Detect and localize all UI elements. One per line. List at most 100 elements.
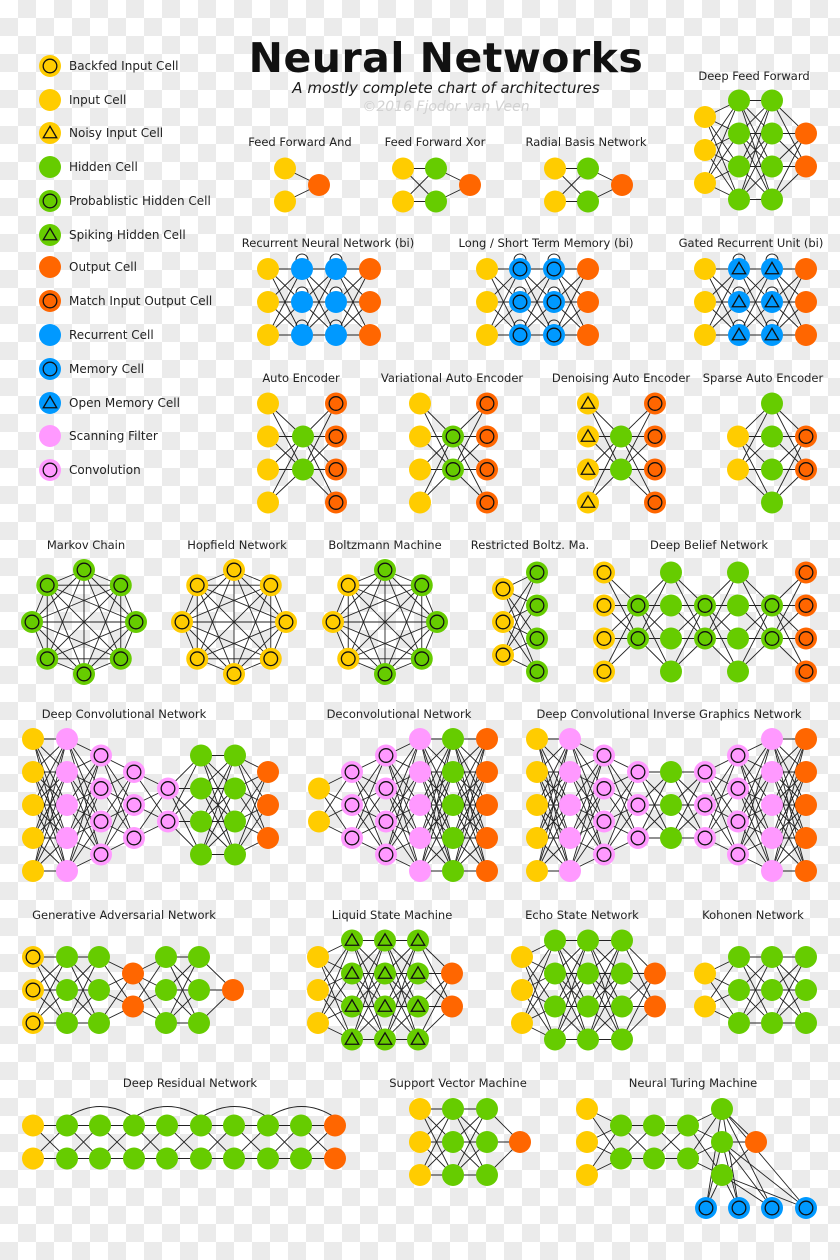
hidden-cell <box>544 929 566 952</box>
input-cell <box>526 761 548 783</box>
hidden-cell <box>224 777 246 800</box>
hidden-cell <box>728 122 750 145</box>
network-title: Gated Recurrent Unit (bi) <box>678 236 824 250</box>
hidden-cell <box>728 979 750 1001</box>
hidden-cell <box>290 1147 312 1170</box>
hidden-cell <box>73 559 95 581</box>
hidden-cell <box>660 627 682 650</box>
hidden-cell <box>660 761 682 783</box>
input-cell <box>409 1131 431 1153</box>
hidden-cell <box>728 188 750 211</box>
scan-cell <box>56 794 78 816</box>
input-cell <box>257 491 279 514</box>
output-cell <box>795 594 817 617</box>
hidden-cell <box>727 594 749 617</box>
output-cell <box>476 458 498 481</box>
hidden-cell <box>88 979 110 1001</box>
network-cells <box>492 561 548 683</box>
hidden-cell <box>795 979 817 1001</box>
scan-cell <box>694 827 716 849</box>
hidden-cell <box>610 458 632 481</box>
input-cell <box>22 827 44 849</box>
network-edges <box>521 940 656 1040</box>
network-title: Sparse Auto Encoder <box>702 371 824 385</box>
output-cell <box>476 491 498 514</box>
hidden-cell <box>627 627 649 650</box>
input-cell <box>223 559 245 581</box>
output-cell <box>644 962 666 985</box>
input-cell <box>274 190 296 213</box>
output-cell <box>795 627 817 650</box>
hidden-cell <box>190 843 212 866</box>
hidden-cell <box>526 660 548 683</box>
hidden-cell <box>426 611 448 633</box>
input-cell <box>593 594 615 617</box>
hidden-cell <box>677 1114 699 1137</box>
input-cell <box>576 1098 598 1120</box>
input-cell <box>392 157 414 180</box>
input-cell <box>727 458 749 481</box>
network-edges <box>587 403 656 503</box>
output-cell <box>257 794 279 816</box>
cells-layer <box>21 89 817 1219</box>
scan-cell <box>761 761 783 783</box>
hidden-cell <box>577 190 599 213</box>
edge <box>721 1108 740 1209</box>
scan-cell <box>409 794 431 816</box>
hidden-cell <box>292 425 314 448</box>
network-cells <box>577 392 666 514</box>
hidden-cell <box>36 647 59 670</box>
input-cell <box>544 190 566 213</box>
network-cells <box>274 157 330 213</box>
hidden-cell <box>761 155 783 178</box>
hidden-cell <box>643 1114 665 1137</box>
output-cell <box>577 258 599 280</box>
scan-cell <box>123 827 145 849</box>
scan-cell <box>559 827 581 849</box>
input-cell <box>257 324 279 346</box>
hidden-cell <box>123 1147 145 1170</box>
hidden-cell <box>476 1131 498 1153</box>
hidden-cell <box>761 594 783 617</box>
output-cell <box>795 794 817 816</box>
hidden-cell <box>694 594 716 617</box>
network-cells <box>526 728 817 882</box>
output-cell <box>644 425 666 448</box>
output-cell <box>795 324 817 346</box>
network-cells <box>392 157 481 213</box>
scan-cell <box>627 827 649 849</box>
hidden-cell <box>544 962 566 985</box>
output-cell <box>476 728 498 750</box>
recurrent-cell <box>543 291 565 313</box>
scan-cell <box>727 777 749 800</box>
input-cell <box>257 458 279 481</box>
input-cell <box>22 946 44 968</box>
hidden-cell <box>610 425 632 448</box>
recurrent-cell <box>543 324 565 346</box>
scan-cell <box>761 860 783 882</box>
network-cells <box>511 929 666 1051</box>
output-cell <box>795 122 817 145</box>
scan-cell <box>56 728 78 750</box>
output-cell <box>441 962 463 985</box>
network-edges <box>737 403 807 503</box>
input-cell <box>186 574 209 597</box>
input-cell <box>694 291 716 313</box>
hidden-cell <box>442 860 464 882</box>
network-diagrams <box>21 89 817 1219</box>
input-cell <box>727 425 749 448</box>
network-title: Restricted Boltz. Ma. <box>470 538 590 552</box>
network-cells <box>576 1098 817 1219</box>
scan-cell <box>559 794 581 816</box>
hidden-cell <box>627 594 649 617</box>
network-edges <box>317 940 453 1040</box>
scan-cell <box>694 761 716 783</box>
output-cell <box>325 491 347 514</box>
output-cell <box>795 660 817 683</box>
network-title: Generative Adversarial Network <box>32 908 216 922</box>
hidden-cell <box>611 1028 633 1051</box>
output-cell <box>476 860 498 882</box>
scan-cell <box>727 810 749 833</box>
scan-cell <box>341 827 363 849</box>
hidden-cell <box>292 458 314 481</box>
